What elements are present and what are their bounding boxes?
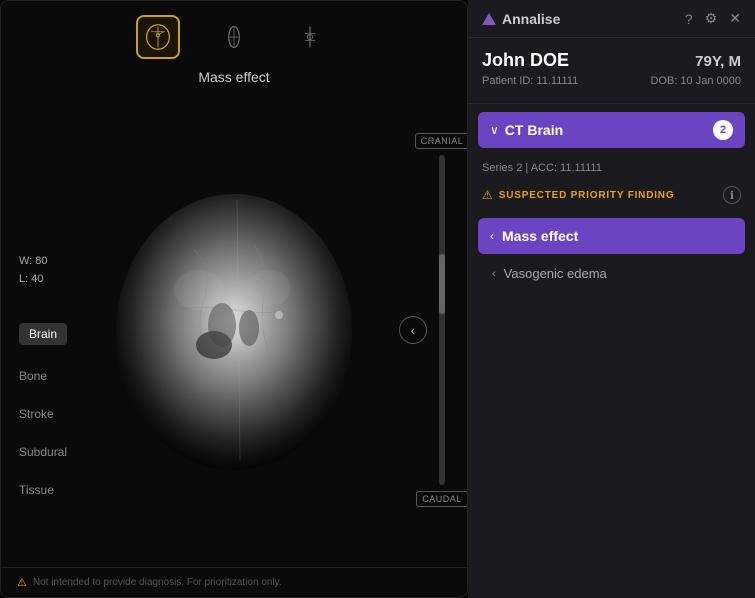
ct-chevron-icon: ∨ (490, 123, 499, 137)
warning-icon: ⚠ (17, 576, 27, 589)
patient-info: John DOE 79Y, M Patient ID: 11.11111 DOB… (468, 38, 755, 104)
disclaimer-text: Not intended to provide diagnosis. For p… (33, 577, 282, 588)
filter-tissue[interactable]: Tissue (19, 483, 67, 497)
scroll-track[interactable] (439, 155, 445, 485)
bottom-bar: ⚠ Not intended to provide diagnosis. For… (1, 567, 467, 597)
patient-name-row: John DOE 79Y, M (482, 50, 741, 71)
mass-effect-label: Mass effect (502, 228, 578, 244)
scroll-thumb[interactable] (439, 254, 445, 314)
filter-bone[interactable]: Bone (19, 369, 67, 383)
logo-icon (482, 13, 496, 25)
ct-brain-label: CT Brain (505, 122, 563, 138)
w-value: W: 80 (19, 253, 48, 271)
tool-icon-3[interactable] (288, 15, 332, 59)
priority-left: ⚠ SUSPECTED PRIORITY FINDING (482, 188, 674, 202)
logo-text: Annalise (502, 11, 560, 27)
scroll-top-label: CRANIAL (415, 133, 468, 149)
viewer-area: W: 80 L: 40 Brain Bone Stroke Subdural T… (1, 93, 467, 567)
priority-text: SUSPECTED PRIORITY FINDING (499, 190, 675, 201)
series-info: Series 2 | ACC: 11.11111 (468, 156, 755, 180)
patient-id: Patient ID: 11.11111 (482, 75, 578, 87)
vasogenic-edema-finding[interactable]: ‹ Vasogenic edema (468, 258, 755, 289)
priority-info-icon[interactable]: ℹ (723, 186, 741, 204)
nav-arrow-left[interactable]: ‹ (399, 316, 427, 344)
right-header: Annalise ? ⚙ ✕ (468, 0, 755, 38)
priority-warning-icon: ⚠ (482, 188, 493, 202)
ct-badge: 2 (713, 120, 733, 140)
settings-icon[interactable]: ⚙ (705, 10, 718, 27)
vasogenic-chevron-icon: ‹ (492, 268, 496, 280)
help-icon[interactable]: ? (685, 11, 693, 27)
scan-image (94, 170, 374, 490)
tool-icon-2[interactable] (212, 15, 256, 59)
patient-age: 79Y, M (695, 53, 741, 70)
findings-section: ‹ Mass effect ‹ Vasogenic edema (468, 210, 755, 293)
mass-effect-finding[interactable]: ‹ Mass effect (478, 218, 745, 254)
brain-icon-tool[interactable] (136, 15, 180, 59)
close-icon[interactable]: ✕ (729, 10, 741, 27)
scan-label: Mass effect (1, 69, 467, 85)
patient-name: John DOE (482, 50, 569, 71)
mass-effect-chevron-icon: ‹ (490, 229, 494, 243)
filter-stroke[interactable]: Stroke (19, 407, 67, 421)
logo-area: Annalise (482, 11, 560, 27)
right-panel: Annalise ? ⚙ ✕ John DOE 79Y, M Patient I… (468, 0, 755, 598)
toolbar (1, 1, 467, 69)
filter-list: Brain Bone Stroke Subdural Tissue (19, 323, 67, 497)
filter-subdural[interactable]: Subdural (19, 445, 67, 459)
header-icons: ? ⚙ ✕ (685, 10, 741, 27)
l-value: L: 40 (19, 271, 48, 289)
left-panel: Mass effect W: 80 L: 40 Brain Bone Strok… (0, 0, 468, 598)
wl-info: W: 80 L: 40 (19, 253, 48, 288)
scroll-bottom-label: CAUDAL (416, 491, 468, 507)
patient-dob: DOB: 10 Jan 0000 (650, 75, 741, 87)
patient-id-row: Patient ID: 11.11111 DOB: 10 Jan 0000 (482, 75, 741, 87)
priority-row: ⚠ SUSPECTED PRIORITY FINDING ℹ (468, 180, 755, 210)
ct-brain-left: ∨ CT Brain (490, 122, 563, 138)
scroll-bar[interactable]: CRANIAL CAUDAL (437, 133, 447, 507)
ct-brain-bar[interactable]: ∨ CT Brain 2 (478, 112, 745, 148)
filter-brain[interactable]: Brain (19, 323, 67, 345)
vasogenic-label: Vasogenic edema (504, 266, 607, 281)
